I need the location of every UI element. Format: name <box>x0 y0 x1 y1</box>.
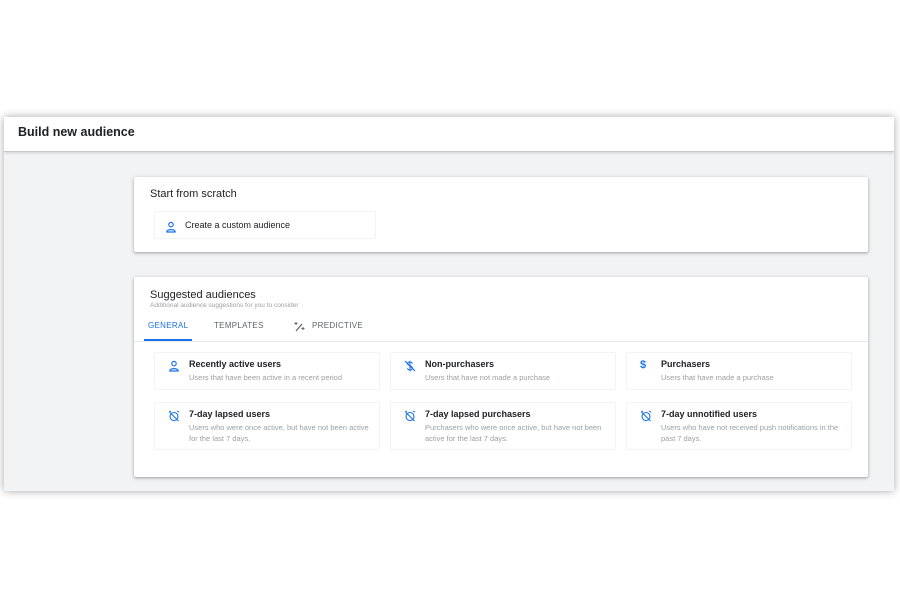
audience-description: Users who have not received push notific… <box>661 423 839 443</box>
audience-name: 7-day unnotified users <box>661 409 758 419</box>
active-tab-indicator <box>144 339 192 341</box>
alarm-off-icon <box>168 409 180 422</box>
audience-name: 7-day lapsed users <box>189 409 271 419</box>
tab-general[interactable]: GENERAL <box>148 321 188 330</box>
person-icon <box>168 359 180 372</box>
page-title: Build new audience <box>18 125 135 139</box>
start-from-scratch-card: Start from scratch Create a custom audie… <box>134 177 868 252</box>
dollar-icon: $ <box>640 359 647 371</box>
audience-card-purchasers[interactable]: $ Purchasers Users that have made a purc… <box>626 352 852 390</box>
audience-card-7-day-unnotified-users[interactable]: 7-day unnotified users Users who have no… <box>626 402 852 450</box>
magic-wand-icon <box>294 319 305 332</box>
start-from-scratch-title: Start from scratch <box>150 188 237 200</box>
audience-name: 7-day lapsed purchasers <box>425 409 531 419</box>
audience-name: Purchasers <box>661 359 711 369</box>
audience-description: Purchasers who were once active, but hav… <box>425 423 602 443</box>
audience-card-non-purchasers[interactable]: Non-purchasers Users that have not made … <box>390 352 616 390</box>
tab-predictive[interactable]: PREDICTIVE <box>312 321 363 330</box>
suggested-audiences-title: Suggested audiences <box>150 289 256 301</box>
alarm-off-icon <box>640 409 652 422</box>
money-off-icon <box>404 359 416 372</box>
audience-description: Users that have been active in a recent … <box>189 373 343 382</box>
audience-card-7-day-lapsed-purchasers[interactable]: 7-day lapsed purchasers Purchasers who w… <box>390 402 616 450</box>
alarm-off-icon <box>404 409 416 422</box>
suggested-audiences-subtitle: Additional audience suggestions for you … <box>150 302 299 309</box>
suggested-audiences-card: Suggested audiences Additional audience … <box>134 277 868 477</box>
person-icon <box>165 220 177 233</box>
audience-description: Users that have not made a purchase <box>425 373 551 382</box>
build-audience-window: Build new audience Start from scratch Cr… <box>4 117 894 491</box>
top-bar: Build new audience <box>4 117 894 152</box>
audience-name: Recently active users <box>189 359 282 369</box>
audience-description: Users who were once active, but have not… <box>189 423 369 443</box>
audience-tabs: GENERAL TEMPLATES PREDICTIVE <box>134 317 868 342</box>
create-custom-audience-button[interactable]: Create a custom audience <box>154 211 376 239</box>
tab-templates[interactable]: TEMPLATES <box>214 321 264 330</box>
audience-card-7-day-lapsed-users[interactable]: 7-day lapsed users Users who were once a… <box>154 402 380 450</box>
create-custom-audience-label: Create a custom audience <box>185 220 291 230</box>
audience-card-recently-active-users[interactable]: Recently active users Users that have be… <box>154 352 380 390</box>
audience-description: Users that have made a purchase <box>661 373 774 382</box>
audience-name: Non-purchasers <box>425 359 495 369</box>
